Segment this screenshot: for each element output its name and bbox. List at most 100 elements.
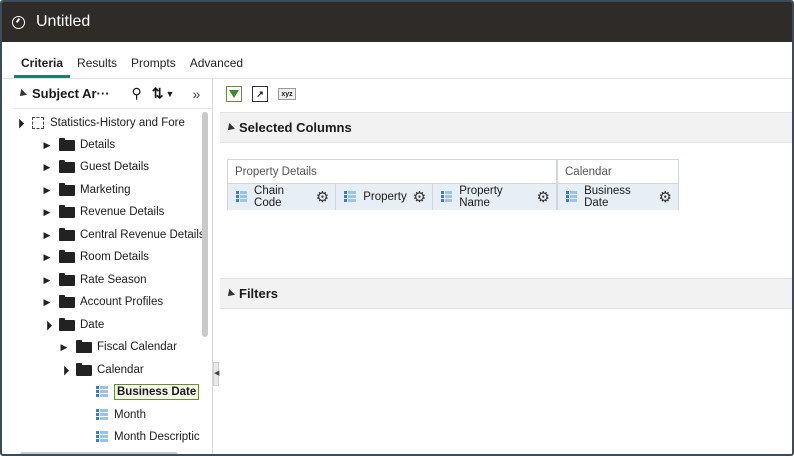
tab-prompts[interactable]: Prompts	[124, 56, 183, 78]
column-chip-property[interactable]: Property ⚙	[336, 184, 434, 210]
tab-bar: Criteria Results Prompts Advanced	[14, 42, 250, 78]
expand-arrow-icon[interactable]: ▶	[42, 162, 52, 173]
folder-icon	[59, 294, 75, 308]
chart-icon[interactable]: ↗	[252, 86, 268, 102]
selected-columns-area: Property Details Chain Code ⚙ Property ⚙	[220, 143, 792, 278]
tab-advanced[interactable]: Advanced	[183, 56, 250, 78]
gear-icon[interactable]: ⚙	[316, 190, 329, 205]
tree-node-account-profiles[interactable]: ▶ Account Profiles	[42, 292, 163, 312]
column-icon	[96, 431, 108, 443]
folder-icon	[59, 249, 75, 263]
tree-node-details[interactable]: ▶ Details	[42, 135, 115, 155]
tree-node-calendar[interactable]: ◢ Calendar	[57, 360, 144, 380]
expand-arrow-icon[interactable]: ▶	[42, 275, 52, 286]
expand-arrow-icon[interactable]: ◢	[14, 116, 26, 131]
folder-icon	[76, 339, 92, 353]
column-chip-label: Business Date	[584, 185, 631, 209]
collapse-icon[interactable]	[225, 122, 235, 133]
dashboard-icon[interactable]	[12, 15, 25, 29]
expand-arrow-icon[interactable]: ▶	[42, 297, 52, 308]
collapse-arrow-icon[interactable]: ◢	[57, 363, 72, 378]
gear-icon[interactable]: ⚙	[659, 190, 672, 205]
expand-arrow-icon[interactable]: ▶	[42, 230, 52, 241]
expand-arrow-icon[interactable]: ▶	[42, 185, 52, 196]
tree-node-label: Month Descriptic	[114, 431, 200, 443]
sort-icon[interactable]: ⇅	[152, 85, 164, 102]
tree-node-label: Business Date	[114, 384, 200, 400]
tree-node-root[interactable]: ◢ Statistics-History and Fore	[14, 113, 185, 133]
tree-node-label: Date	[80, 319, 105, 331]
collapse-arrow-icon[interactable]: ◢	[40, 318, 55, 333]
gear-icon[interactable]: ⚙	[537, 190, 550, 205]
subject-area-title: Subject Ar···	[32, 86, 110, 101]
column-chip-property-name[interactable]: Property Name ⚙	[433, 184, 556, 210]
column-icon	[441, 191, 454, 203]
column-group-calendar: Calendar Business Date ⚙	[557, 159, 679, 210]
expand-arrow-icon[interactable]: ▶	[42, 207, 52, 218]
expand-arrow-icon[interactable]: ▶	[42, 140, 52, 151]
tree-node-label: Fiscal Calendar	[97, 341, 177, 353]
tree-node-label: Account Profiles	[80, 296, 164, 308]
column-group-title: Property Details	[228, 160, 556, 184]
tree-node-marketing[interactable]: ▶ Marketing	[42, 180, 131, 200]
expand-arrow-icon[interactable]: ▶	[42, 252, 52, 263]
tree-node-label: Month	[114, 409, 146, 421]
tree-horizontal-scrollbar[interactable]	[20, 452, 178, 454]
tree-node-room-details[interactable]: ▶ Room Details	[42, 247, 149, 267]
folder-icon	[76, 362, 92, 376]
selected-columns-title: Selected Columns	[239, 120, 352, 135]
collapse-icon[interactable]	[225, 288, 235, 299]
column-icon	[96, 386, 108, 398]
column-chip-chain-code[interactable]: Chain Code ⚙	[228, 184, 337, 210]
column-chip-label: Property Name	[459, 185, 503, 209]
window-title: Untitled	[36, 13, 91, 30]
expand-pane-icon[interactable]: »	[192, 86, 200, 102]
filter-icon[interactable]	[226, 86, 242, 102]
column-group-title: Calendar	[558, 160, 678, 184]
folder-icon	[59, 227, 75, 241]
folder-icon	[59, 137, 75, 151]
sort-dropdown-icon[interactable]: ▼	[166, 89, 175, 99]
filters-header[interactable]: Filters	[220, 278, 792, 309]
tree-node-label: Rate Season	[80, 274, 147, 286]
tree-node-month[interactable]: Month	[91, 405, 146, 425]
tree-node-label: Guest Details	[80, 161, 150, 173]
tree-node-central-revenue-details[interactable]: ▶ Central Revenue Details	[42, 225, 205, 245]
selected-columns-header[interactable]: Selected Columns	[220, 112, 792, 143]
tree-node-guest-details[interactable]: ▶ Guest Details	[42, 157, 149, 177]
column-icon	[96, 409, 108, 421]
subject-area-icon	[32, 117, 44, 129]
column-chip-business-date[interactable]: Business Date ⚙	[558, 184, 678, 210]
tree-node-date[interactable]: ◢ Date	[40, 315, 105, 335]
collapse-icon[interactable]	[17, 88, 27, 99]
gear-icon[interactable]: ⚙	[413, 190, 426, 205]
tree-node-business-date[interactable]: Business Date	[91, 382, 200, 402]
app-window: Untitled Criteria Results Prompts Advanc…	[0, 0, 794, 456]
criteria-pane: ↗ xyz Selected Columns Property Details …	[220, 79, 792, 454]
folder-icon	[59, 159, 75, 173]
tree-vertical-scrollbar[interactable]	[202, 112, 208, 337]
tree-node-label: Marketing	[80, 184, 131, 196]
tab-criteria[interactable]: Criteria	[14, 56, 71, 78]
filters-area	[220, 309, 792, 454]
tree-node-fiscal-calendar[interactable]: ▶ Fiscal Calendar	[59, 337, 177, 357]
folder-icon	[59, 204, 75, 218]
subject-area-pane: Subject Ar··· ⚲ ⇅ ▼ » ◢ Statistics-Histo…	[14, 79, 213, 454]
title-bar: Untitled	[2, 2, 792, 42]
tree-node-month-description[interactable]: Month Descriptic	[91, 427, 200, 447]
tab-results[interactable]: Results	[70, 56, 124, 78]
expand-arrow-icon[interactable]: ▶	[59, 342, 69, 353]
tree-node-rate-season[interactable]: ▶ Rate Season	[42, 270, 147, 290]
tree-node-revenue-details[interactable]: ▶ Revenue Details	[42, 202, 164, 222]
subject-area-header: Subject Ar··· ⚲ ⇅ ▼ »	[14, 79, 212, 109]
folder-icon	[59, 272, 75, 286]
tree-node-label: Details	[80, 139, 116, 151]
xyz-icon[interactable]: xyz	[278, 88, 296, 100]
tree-node-label: Calendar	[97, 364, 144, 376]
search-icon[interactable]: ⚲	[132, 85, 142, 102]
pane-splitter-handle[interactable]: ◀	[213, 362, 219, 386]
column-icon	[236, 191, 249, 203]
filters-title: Filters	[239, 286, 279, 301]
column-chip-label: Chain Code	[254, 185, 285, 209]
column-group-property-details: Property Details Chain Code ⚙ Property ⚙	[227, 159, 557, 210]
